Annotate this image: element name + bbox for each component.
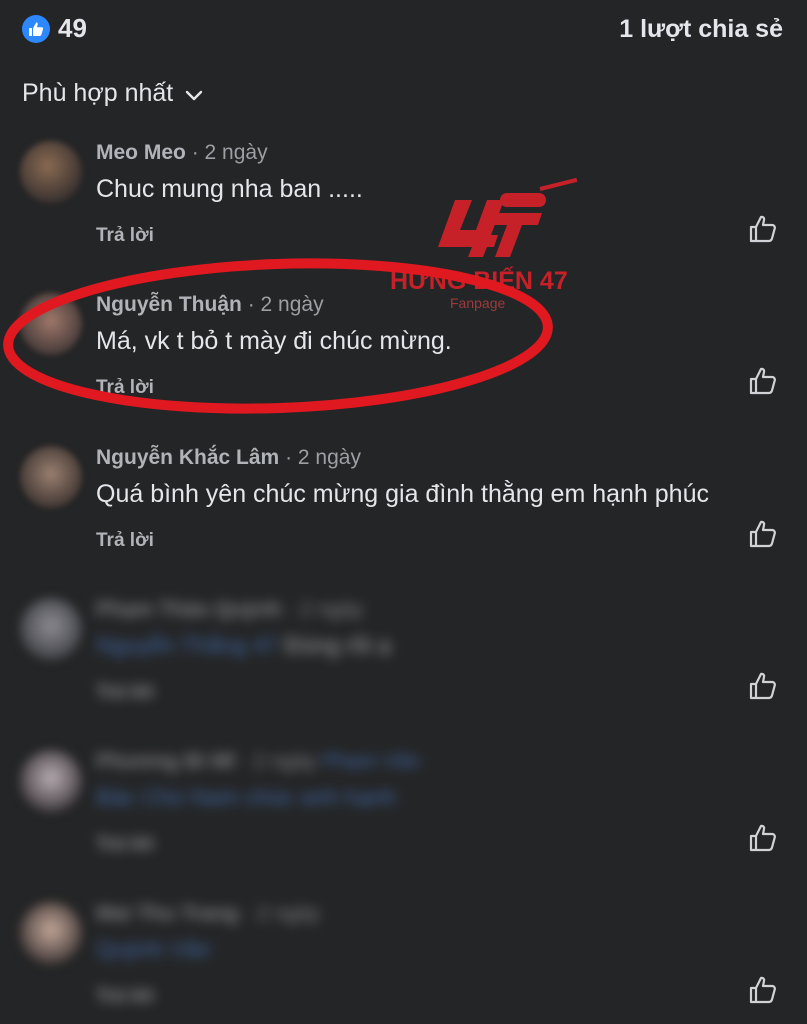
comment-text: Chuc mung nha ban ..... bbox=[96, 175, 363, 203]
comment-mention[interactable]: Quỳnh Văn bbox=[96, 936, 211, 962]
reaction-summary-bar: 49 1 lượt chia sẻ bbox=[0, 0, 807, 60]
comment-text: Quỳnh Văn bbox=[96, 936, 211, 963]
like-button-thumbs-up-icon[interactable] bbox=[747, 974, 779, 1006]
comment-header: Meo Meo · 2 ngày bbox=[96, 141, 268, 165]
comment-time: · 2 ngày bbox=[287, 598, 364, 621]
avatar[interactable] bbox=[20, 141, 82, 203]
comment-time: · 2 ngày bbox=[285, 446, 361, 469]
comment: Mai Thu Trang · 2 ngày Quỳnh Văn Trả lời bbox=[0, 902, 807, 1024]
comment-author[interactable]: Nguyễn Thuận bbox=[96, 293, 242, 316]
avatar[interactable] bbox=[20, 750, 82, 812]
comment-header: Phương Bì Mĩ · 2 ngày Phạm Văn bbox=[96, 750, 420, 774]
comment-header: Nguyễn Khắc Lâm · 2 ngày bbox=[96, 446, 361, 470]
comment: Phạm Thảo Quỳnh · 2 ngày Nguyễn Thắng 47… bbox=[0, 598, 807, 750]
comment-author[interactable]: Phạm Thảo Quỳnh bbox=[96, 598, 282, 621]
comment-mention[interactable]: Nguyễn Thắng 47 bbox=[96, 632, 278, 658]
reply-button[interactable]: Trả lời bbox=[96, 225, 154, 247]
like-button-thumbs-up-icon[interactable] bbox=[747, 822, 779, 854]
comment-time: · 2 ngày bbox=[247, 293, 324, 316]
comments-panel: 49 1 lượt chia sẻ Phù hợp nhất Meo Meo ·… bbox=[0, 0, 807, 1024]
share-count[interactable]: 1 lượt chia sẻ bbox=[619, 15, 783, 44]
reply-button[interactable]: Trả lời bbox=[96, 530, 154, 552]
comment-header: Mai Thu Trang · 2 ngày bbox=[96, 902, 320, 926]
chevron-down-icon bbox=[185, 80, 203, 109]
reaction-summary[interactable]: 49 bbox=[22, 13, 87, 44]
avatar[interactable] bbox=[20, 902, 82, 964]
like-button-thumbs-up-icon[interactable] bbox=[747, 518, 779, 550]
comment-time: · 2 ngày bbox=[240, 750, 317, 773]
sort-label: Phù hợp nhất bbox=[22, 79, 174, 107]
comment-time: · 2 ngày bbox=[244, 902, 321, 925]
comment-author[interactable]: Phương Bì Mĩ bbox=[96, 750, 235, 773]
reply-button[interactable]: Trả lời bbox=[96, 377, 154, 399]
comment: Nguyễn Thuận · 2 ngày Má, vk t bỏ t mày … bbox=[0, 293, 807, 445]
reply-button[interactable]: Trả lời bbox=[96, 682, 154, 704]
comment-body: Đúng rồi ạ bbox=[284, 632, 391, 658]
comment-header: Phạm Thảo Quỳnh · 2 ngày bbox=[96, 598, 363, 622]
comment-text: Má, vk t bỏ t mày đi chúc mừng. bbox=[96, 327, 452, 355]
comment: Nguyễn Khắc Lâm · 2 ngày Quá bình yên ch… bbox=[0, 446, 807, 598]
like-button-thumbs-up-icon[interactable] bbox=[747, 365, 779, 397]
comment-header: Nguyễn Thuận · 2 ngày bbox=[96, 293, 324, 317]
reaction-count: 49 bbox=[58, 13, 87, 43]
comment: Phương Bì Mĩ · 2 ngày Phạm Văn Bác Chú N… bbox=[0, 750, 807, 902]
like-button-thumbs-up-icon[interactable] bbox=[747, 670, 779, 702]
like-button-thumbs-up-icon[interactable] bbox=[747, 213, 779, 245]
comment-text: Nguyễn Thắng 47 Đúng rồi ạ bbox=[96, 632, 391, 659]
avatar[interactable] bbox=[20, 446, 82, 508]
comment-author[interactable]: Meo Meo bbox=[96, 141, 186, 164]
avatar[interactable] bbox=[20, 293, 82, 355]
comment-text: Quá bình yên chúc mừng gia đình thằng em… bbox=[96, 480, 709, 508]
avatar[interactable] bbox=[20, 598, 82, 660]
comment-mention[interactable]: Phạm Văn bbox=[322, 750, 420, 773]
comment-text: Bác Chú Nam chúc anh hạnh bbox=[96, 784, 396, 811]
comment-author[interactable]: Mai Thu Trang bbox=[96, 902, 238, 925]
sort-dropdown[interactable]: Phù hợp nhất bbox=[22, 78, 203, 109]
reply-button[interactable]: Trả lời bbox=[96, 834, 154, 856]
comment-time: · 2 ngày bbox=[191, 141, 268, 164]
comment-author[interactable]: Nguyễn Khắc Lâm bbox=[96, 446, 279, 469]
comment: Meo Meo · 2 ngày Chuc mung nha ban .....… bbox=[0, 141, 807, 293]
thumbs-up-icon bbox=[22, 14, 50, 43]
comment-body: Bác Chú Nam chúc anh hạnh bbox=[96, 784, 397, 810]
reply-button[interactable]: Trả lời bbox=[96, 986, 154, 1008]
